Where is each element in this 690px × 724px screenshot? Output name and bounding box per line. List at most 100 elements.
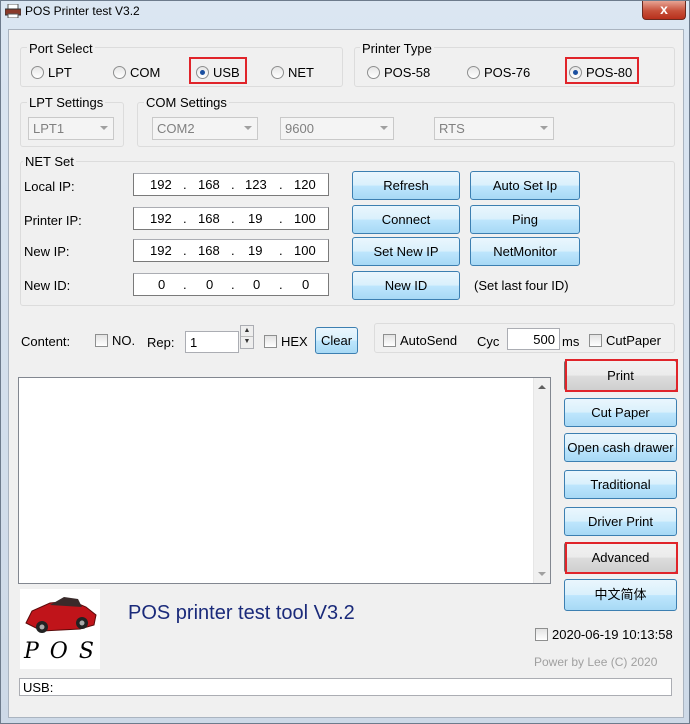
cyc-input[interactable]: 500 [507, 328, 560, 350]
chevron-down-icon [244, 126, 252, 130]
radio-pos76-dot [467, 66, 480, 79]
net-monitor-button[interactable]: NetMonitor [470, 237, 580, 266]
checkbox-box [383, 334, 396, 347]
no-label: NO. [112, 333, 136, 348]
radio-net-label: NET [288, 65, 314, 80]
radio-lpt[interactable]: LPT [31, 65, 72, 80]
set-last-four-id-hint: (Set last four ID) [474, 278, 569, 293]
auto-set-ip-button[interactable]: Auto Set Ip [470, 171, 580, 200]
new-ip-input[interactable]: 192. 168. 19. 100 [133, 239, 329, 262]
baud-rate-value: 9600 [285, 121, 314, 136]
printer-ip-label: Printer IP: [24, 213, 82, 228]
clear-button[interactable]: Clear [315, 327, 358, 354]
chevron-down-icon [540, 126, 548, 130]
autosend-checkbox[interactable]: AutoSend [383, 333, 457, 348]
spinner-up-icon[interactable]: ▲ [241, 326, 253, 337]
close-icon: x [660, 1, 668, 17]
new-id-button[interactable]: New ID [352, 271, 460, 300]
checkbox-box [264, 335, 277, 348]
radio-com-label: COM [130, 65, 161, 80]
com-port-select[interactable]: COM2 [152, 117, 258, 140]
printer-icon [5, 4, 21, 18]
radio-com[interactable]: COM [113, 65, 160, 80]
chinese-language-button[interactable]: 中文简体 [564, 579, 677, 611]
cut-paper-button[interactable]: Cut Paper [564, 398, 677, 427]
cutpaper-label: CutPaper [606, 333, 661, 348]
ip-octet: 192 [150, 243, 172, 258]
close-button[interactable]: x [642, 1, 686, 20]
radio-pos76[interactable]: POS-76 [467, 65, 530, 80]
scroll-down-icon[interactable] [538, 572, 546, 576]
cutpaper-checkbox[interactable]: CutPaper [589, 333, 661, 348]
radio-pos76-label: POS-76 [484, 65, 531, 80]
radio-pos58-label: POS-58 [384, 65, 431, 80]
ip-octet: 123 [245, 177, 267, 192]
set-new-ip-button[interactable]: Set New IP [352, 237, 460, 266]
hex-checkbox[interactable]: HEX [264, 334, 308, 349]
flow-control-select[interactable]: RTS [434, 117, 554, 140]
checkbox-box [535, 628, 548, 641]
ms-label: ms [562, 334, 580, 349]
baud-rate-select[interactable]: 9600 [280, 117, 394, 140]
credit-text: Power by Lee (C) 2020 [534, 655, 658, 669]
port-select-label: Port Select [27, 41, 95, 56]
new-id-label: New ID: [24, 278, 71, 293]
rep-label: Rep: [147, 335, 175, 350]
radio-net[interactable]: NET [271, 65, 314, 80]
chevron-down-icon [100, 126, 108, 130]
title-bar[interactable]: POS Printer test V3.2 x [1, 1, 689, 23]
ip-octet: 168 [198, 243, 220, 258]
printer-ip-input[interactable]: 192. 168. 19. 100 [133, 207, 329, 230]
content-label: Content: [21, 334, 71, 349]
cyc-label: Cyc [477, 334, 500, 349]
content-textarea[interactable] [18, 377, 551, 584]
local-ip-input[interactable]: 192. 168. 123. 120 [133, 173, 329, 196]
id-octet: 0 [206, 277, 214, 292]
spinner-down-icon[interactable]: ▼ [241, 337, 253, 348]
pos80-highlight-box [565, 57, 639, 84]
ip-octet: 168 [198, 211, 220, 226]
no-checkbox[interactable]: NO. [95, 333, 135, 348]
datetime-checkbox[interactable]: 2020-06-19 10:13:58 [535, 627, 673, 642]
open-cash-drawer-button[interactable]: Open cash drawer [564, 433, 677, 462]
new-id-input[interactable]: 0. 0. 0. 0 [133, 273, 329, 296]
scroll-up-icon[interactable] [538, 385, 546, 389]
textarea-scrollbar[interactable] [533, 378, 550, 583]
main-panel: Port Select LPT COM USB NET Printer Type… [8, 29, 684, 718]
driver-print-button[interactable]: Driver Print [564, 507, 677, 536]
radio-com-dot [113, 66, 126, 79]
app-window: POS Printer test V3.2 x Port Select LPT … [0, 0, 690, 724]
id-octet: 0 [302, 277, 310, 292]
autosend-label: AutoSend [400, 333, 458, 348]
refresh-button[interactable]: Refresh [352, 171, 460, 200]
traditional-button[interactable]: Traditional [564, 470, 677, 499]
ip-octet: 192 [150, 211, 172, 226]
ip-octet: 100 [294, 211, 316, 226]
radio-lpt-dot [31, 66, 44, 79]
lpt-settings-label: LPT Settings [27, 95, 106, 110]
rep-spinner[interactable]: ▲ ▼ [240, 325, 254, 349]
print-highlight-box [565, 359, 678, 392]
checkbox-box [95, 334, 108, 347]
ip-octet: 168 [198, 177, 220, 192]
local-ip-label: Local IP: [24, 179, 75, 194]
lpt-port-value: LPT1 [33, 121, 65, 136]
car-logo-icon [25, 597, 97, 633]
checkbox-box [589, 334, 602, 347]
chevron-down-icon [380, 126, 388, 130]
ip-octet: 19 [248, 243, 263, 258]
id-octet: 0 [158, 277, 166, 292]
advanced-highlight-box [565, 542, 678, 574]
rep-input[interactable]: 1 [185, 331, 239, 353]
ip-octet: 19 [248, 211, 263, 226]
radio-pos58[interactable]: POS-58 [367, 65, 430, 80]
usb-highlight-box [189, 57, 247, 84]
lpt-port-select[interactable]: LPT1 [28, 117, 114, 140]
hex-label: HEX [281, 334, 308, 349]
ping-button[interactable]: Ping [470, 205, 580, 234]
ip-octet: 192 [150, 177, 172, 192]
printer-type-label: Printer Type [360, 41, 434, 56]
connect-button[interactable]: Connect [352, 205, 460, 234]
logo-text: P O S [24, 639, 96, 664]
radio-net-dot [271, 66, 284, 79]
